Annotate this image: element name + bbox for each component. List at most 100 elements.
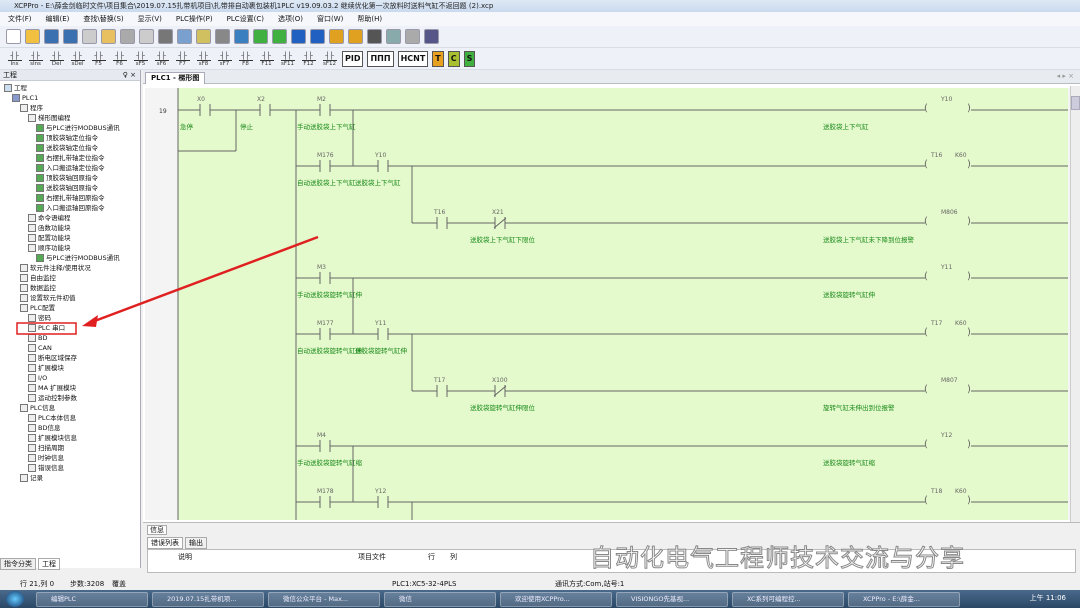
ladder-tool-5[interactable]: S bbox=[463, 50, 476, 67]
taskbar-item[interactable]: 欢迎使用XCPPro... bbox=[500, 591, 612, 607]
tree-item[interactable]: 顶胶袋轴定位指令 bbox=[36, 133, 98, 143]
toolbar-icon-13[interactable] bbox=[253, 29, 268, 44]
no-contact[interactable] bbox=[437, 218, 447, 228]
tab-output[interactable]: 输出 bbox=[185, 537, 207, 549]
ladder-tool-sdel[interactable]: ┤├ sDel bbox=[69, 51, 86, 67]
tree-item[interactable]: 送胶袋轴定位指令 bbox=[36, 143, 98, 153]
toolbar-icon-7[interactable] bbox=[139, 29, 154, 44]
no-contact[interactable] bbox=[320, 161, 330, 171]
tree-item[interactable]: 错误信息 bbox=[28, 463, 64, 473]
coil[interactable] bbox=[925, 497, 971, 507]
no-contact[interactable] bbox=[378, 329, 388, 339]
tree-item[interactable]: 记录 bbox=[20, 473, 43, 483]
tree-item[interactable]: 配置功能块 bbox=[28, 233, 71, 243]
no-contact[interactable] bbox=[378, 161, 388, 171]
tree-item[interactable]: 送胶袋轴回原指令 bbox=[36, 183, 98, 193]
col-project-file[interactable]: 项目文件 bbox=[358, 552, 386, 562]
tab-error-list[interactable]: 错误列表 bbox=[147, 537, 183, 549]
tree-item[interactable]: 程序 bbox=[20, 103, 43, 113]
start-button[interactable] bbox=[6, 591, 24, 607]
taskbar-item[interactable]: XC系列可编程控... bbox=[732, 591, 844, 607]
tree-item[interactable]: 扩展模块信息 bbox=[28, 433, 77, 443]
coil[interactable] bbox=[925, 105, 971, 115]
toolbar-icon-18[interactable] bbox=[348, 29, 363, 44]
ladder-tool-sins[interactable]: ┤├ sIns bbox=[27, 51, 44, 67]
ladder-tool-f8[interactable]: ┤├ F8 bbox=[237, 51, 254, 67]
tab-instruction-category[interactable]: 指令分类 bbox=[0, 558, 36, 570]
ladder-tool-f5[interactable]: ┤├ F5 bbox=[90, 51, 107, 67]
taskbar-item[interactable]: 微信公众平台 - Max... bbox=[268, 591, 380, 607]
tree-item[interactable]: 入口搬运轴定位指令 bbox=[36, 163, 105, 173]
menu-item[interactable]: PLC操作(P) bbox=[176, 12, 213, 26]
no-contact[interactable] bbox=[320, 329, 330, 339]
taskbar-item[interactable]: XCPPro - E:\薛金... bbox=[848, 591, 960, 607]
no-contact[interactable] bbox=[437, 386, 447, 396]
toolbar-icon-22[interactable] bbox=[424, 29, 439, 44]
ladder-tool-f12[interactable]: ┤├ F12 bbox=[300, 51, 317, 67]
no-contact[interactable] bbox=[260, 105, 270, 115]
tree-item[interactable]: 顺序功能块 bbox=[28, 243, 71, 253]
taskbar-item[interactable]: VISIONGO先基视... bbox=[616, 591, 728, 607]
menu-item[interactable]: 显示(V) bbox=[138, 12, 162, 26]
menu-item[interactable]: 文件(F) bbox=[8, 12, 32, 26]
no-contact[interactable] bbox=[320, 497, 330, 507]
coil[interactable] bbox=[925, 273, 971, 283]
toolbar-icon-9[interactable] bbox=[177, 29, 192, 44]
tree-item[interactable]: BD bbox=[28, 333, 47, 343]
tree-item[interactable]: 断电区域保存 bbox=[28, 353, 77, 363]
tree-item[interactable]: 函数功能块 bbox=[28, 223, 71, 233]
coil[interactable] bbox=[925, 386, 971, 396]
toolbar-icon-0[interactable] bbox=[6, 29, 21, 44]
ladder-tool-f11[interactable]: ┤├ F11 bbox=[258, 51, 275, 67]
ladder-tool-0[interactable]: PID bbox=[342, 50, 364, 67]
toolbar-icon-20[interactable] bbox=[386, 29, 401, 44]
tree-item[interactable]: 自由监控 bbox=[20, 273, 56, 283]
menu-item[interactable]: 编辑(E) bbox=[46, 12, 70, 26]
tree-item[interactable]: PLC信息 bbox=[20, 403, 55, 413]
tree-item[interactable]: 运动控制参数 bbox=[28, 393, 77, 403]
toolbar-icon-11[interactable] bbox=[215, 29, 230, 44]
toolbar-icon-2[interactable] bbox=[44, 29, 59, 44]
vertical-scrollbar[interactable] bbox=[1070, 86, 1080, 522]
ladder-tool-3[interactable]: T bbox=[432, 50, 444, 67]
taskbar-item[interactable]: 微信 bbox=[384, 591, 496, 607]
taskbar-item[interactable]: 2019.07.15扎带机项... bbox=[152, 591, 264, 607]
menu-item[interactable]: 选项(O) bbox=[278, 12, 303, 26]
ladder-tool-sf6[interactable]: ┤├ sF6 bbox=[153, 51, 170, 67]
toolbar-icon-8[interactable] bbox=[158, 29, 173, 44]
toolbar-icon-3[interactable] bbox=[63, 29, 78, 44]
tree-item[interactable]: PLC本体信息 bbox=[28, 413, 76, 423]
taskbar-item[interactable]: 编辑PLC bbox=[36, 591, 148, 607]
no-contact[interactable] bbox=[320, 273, 330, 283]
col-description[interactable]: 说明 bbox=[178, 552, 192, 562]
toolbar-icon-17[interactable] bbox=[329, 29, 344, 44]
toolbar-icon-10[interactable] bbox=[196, 29, 211, 44]
toolbar-icon-21[interactable] bbox=[405, 29, 420, 44]
tree-item[interactable]: 右摆扎带轴回原指令 bbox=[36, 193, 105, 203]
coil[interactable] bbox=[925, 329, 971, 339]
tree-item[interactable]: 命令语编程 bbox=[28, 213, 71, 223]
no-contact[interactable] bbox=[320, 105, 330, 115]
toolbar-icon-19[interactable] bbox=[367, 29, 382, 44]
tree-item[interactable]: MA 扩展模块 bbox=[28, 383, 76, 393]
col-row[interactable]: 行 bbox=[428, 552, 435, 562]
tree-item[interactable]: 设置软元件初值 bbox=[20, 293, 76, 303]
tree-item[interactable]: 时钟信息 bbox=[28, 453, 64, 463]
toolbar-icon-1[interactable] bbox=[25, 29, 40, 44]
tree-item[interactable]: PLC配置 bbox=[20, 303, 55, 313]
ladder-tool-ins[interactable]: ┤├ Ins bbox=[6, 51, 23, 67]
menu-item[interactable]: PLC设置(C) bbox=[227, 12, 264, 26]
tree-item[interactable]: PLC1 bbox=[12, 93, 38, 103]
tree-item[interactable]: BD信息 bbox=[28, 423, 60, 433]
tree-item[interactable]: 扫描周期 bbox=[28, 443, 64, 453]
no-contact[interactable] bbox=[200, 105, 210, 115]
tree-item[interactable]: 与PLC进行MODBUS通讯 bbox=[36, 123, 120, 133]
ladder-tool-del[interactable]: ┤├ Del bbox=[48, 51, 65, 67]
tree-item[interactable]: 扩展模块 bbox=[28, 363, 64, 373]
toolbar-icon-16[interactable] bbox=[310, 29, 325, 44]
tree-item[interactable]: 数据监控 bbox=[20, 283, 56, 293]
tab-plc1-ladder[interactable]: PLC1 - 梯形图 bbox=[145, 72, 206, 84]
ladder-tool-sf11[interactable]: ┤├ sF11 bbox=[279, 51, 296, 67]
toolbar-icon-14[interactable] bbox=[272, 29, 287, 44]
toolbar-icon-5[interactable] bbox=[101, 29, 116, 44]
